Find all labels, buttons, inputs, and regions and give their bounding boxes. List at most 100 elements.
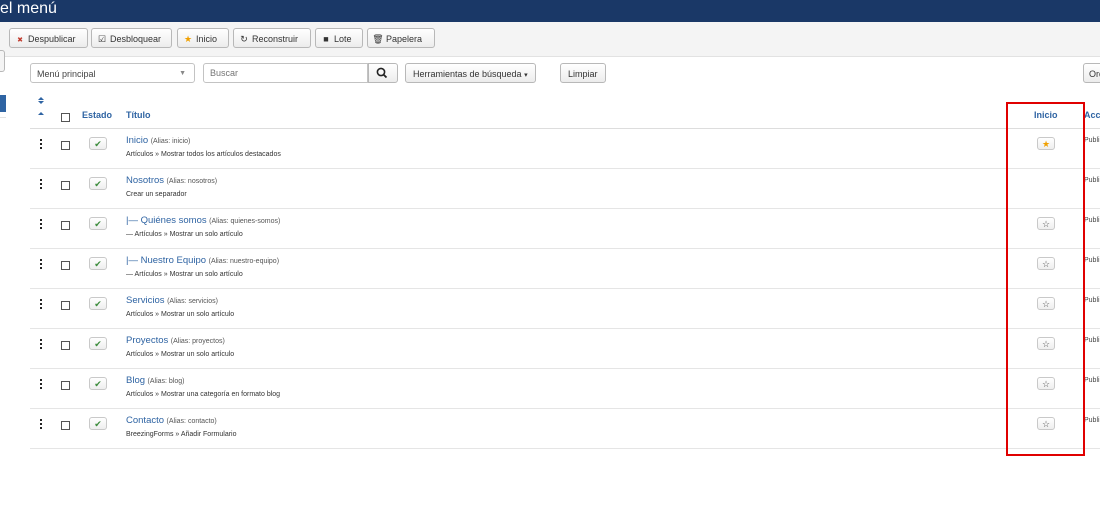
trash-icon: 🗑 [372, 34, 384, 44]
unlock-button-label: Desbloquear [110, 34, 162, 44]
access-column-header[interactable]: Acc [1084, 110, 1100, 120]
drag-handle-icon[interactable] [39, 179, 43, 189]
item-title-link[interactable]: Nosotros [126, 175, 164, 186]
item-title-link[interactable]: |— Quiénes somos [126, 215, 207, 226]
unpublish-button-label: Despublicar [28, 34, 76, 44]
batch-button-label: Lote [334, 34, 352, 44]
table-row: ✔ |— Quiénes somos (Alias: quienes-somos… [30, 209, 1100, 249]
published-check-icon[interactable]: ✔ [89, 217, 107, 230]
item-title-link[interactable]: Blog [126, 375, 145, 386]
home-button[interactable]: ★ Inicio [177, 28, 229, 48]
table-row: ✔ Contacto (Alias: contacto) BreezingFor… [30, 409, 1100, 449]
refresh-icon: ↻ [240, 34, 248, 44]
row-checkbox[interactable] [61, 261, 70, 270]
circle-x-icon: ✖ [17, 37, 23, 44]
item-type: Artículos » Mostrar todos los artículos … [126, 151, 281, 158]
item-type: Artículos » Mostrar un solo artículo [126, 311, 235, 318]
home-button-label: Inicio [196, 34, 218, 44]
item-title-line: |— Nuestro Equipo (Alias: nuestro-equipo… [126, 255, 279, 266]
search-button[interactable] [368, 63, 398, 83]
published-check-icon[interactable]: ✔ [89, 417, 107, 430]
item-alias: (Alias: nuestro-equipo) [208, 258, 280, 265]
search-input[interactable] [203, 63, 368, 83]
table-row: ✔ Inicio (Alias: inicio) Artículos » Mos… [30, 129, 1100, 169]
select-all-checkbox[interactable] [61, 113, 70, 122]
square-icon: ■ [323, 34, 329, 44]
access-level: Publi [1084, 377, 1100, 384]
row-checkbox[interactable] [61, 341, 70, 350]
item-type: Crear un separador [126, 191, 187, 198]
published-check-icon[interactable]: ✔ [89, 377, 107, 390]
drag-handle-icon[interactable] [39, 379, 43, 389]
chevron-down-icon: ▼ [179, 70, 186, 77]
item-title-link[interactable]: Inicio [126, 135, 148, 146]
table-row: ✔ |— Nuestro Equipo (Alias: nuestro-equi… [30, 249, 1100, 289]
menu-select[interactable]: Menú principal ▼ [30, 63, 195, 83]
rebuild-button-label: Reconstruir [252, 34, 299, 44]
item-title-link[interactable]: Proyectos [126, 335, 168, 346]
published-check-icon[interactable]: ✔ [89, 137, 107, 150]
row-checkbox[interactable] [61, 421, 70, 430]
row-checkbox[interactable] [61, 141, 70, 150]
rebuild-button[interactable]: ↻ Reconstruir [233, 28, 311, 48]
item-title-line: Inicio (Alias: inicio) [126, 135, 190, 146]
star-icon: ★ [183, 34, 193, 44]
title-column-header[interactable]: Título [126, 110, 151, 120]
row-checkbox[interactable] [61, 301, 70, 310]
unlock-button[interactable]: ☑ Desbloquear [91, 28, 172, 48]
clear-button[interactable]: Limpiar [560, 63, 606, 83]
table-row: ✔ Blog (Alias: blog) Artículos » Mostrar… [30, 369, 1100, 409]
item-title-line: Servicios (Alias: servicios) [126, 295, 218, 306]
item-type: BreezingForms » Añadir Formulario [126, 431, 237, 438]
drag-handle-icon[interactable] [39, 339, 43, 349]
published-check-icon[interactable]: ✔ [89, 337, 107, 350]
drag-handle-icon[interactable] [39, 299, 43, 309]
item-alias: (Alias: contacto) [166, 418, 217, 425]
status-column-header[interactable]: Estado [82, 110, 112, 120]
published-check-icon[interactable]: ✔ [89, 297, 107, 310]
caret-down-icon: ▾ [524, 72, 528, 79]
item-title-link[interactable]: Servicios [126, 295, 165, 306]
trash-button-label: Papelera [386, 34, 423, 44]
sidebar-active-item[interactable] [0, 95, 6, 112]
item-title-link[interactable]: Contacto [126, 415, 164, 426]
published-check-icon[interactable]: ✔ [89, 257, 107, 270]
item-type: Artículos » Mostrar una categoría en for… [126, 391, 281, 398]
drag-handle-icon[interactable] [39, 139, 43, 149]
ordering-label: Ord [1089, 69, 1100, 79]
row-checkbox[interactable] [61, 221, 70, 230]
toolbar: ✖ Despublicar ☑ Desbloquear ★ Inicio ↻ Reconstr… [0, 22, 1100, 72]
item-title-line: Proyectos (Alias: proyectos) [126, 335, 225, 346]
item-type: — Artículos » Mostrar un solo artículo [126, 231, 243, 238]
page-title: el menú [0, 0, 57, 17]
table-row: ✔ Nosotros (Alias: nosotros) Crear un se… [30, 169, 1100, 209]
highlight-box [1006, 102, 1085, 456]
access-level: Publi [1084, 257, 1100, 264]
item-title-line: Contacto (Alias: contacto) [126, 415, 217, 426]
unpublish-button[interactable]: ✖ Despublicar [9, 28, 88, 48]
clear-label: Limpiar [568, 69, 598, 79]
access-level: Publi [1084, 217, 1100, 224]
batch-button[interactable]: ■ Lote [315, 28, 363, 48]
trash-button[interactable]: 🗑 Papelera [367, 28, 435, 48]
toolbar-button-partial[interactable] [0, 50, 5, 72]
published-check-icon[interactable]: ✔ [89, 177, 107, 190]
drag-handle-icon[interactable] [39, 259, 43, 269]
access-level: Publi [1084, 337, 1100, 344]
item-type: Artículos » Mostrar un solo artículo [126, 351, 235, 358]
sort-icon[interactable] [37, 96, 45, 118]
drag-handle-icon[interactable] [39, 219, 43, 229]
access-level: Publi [1084, 137, 1100, 144]
item-alias: (Alias: nosotros) [166, 178, 218, 185]
item-type: — Artículos » Mostrar un solo artículo [126, 271, 243, 278]
item-title-link[interactable]: |— Nuestro Equipo [126, 255, 206, 266]
row-checkbox[interactable] [61, 381, 70, 390]
row-checkbox[interactable] [61, 181, 70, 190]
item-alias: (Alias: blog) [147, 378, 185, 385]
ordering-select[interactable]: Ord [1083, 63, 1100, 83]
item-title-line: Nosotros (Alias: nosotros) [126, 175, 217, 186]
drag-handle-icon[interactable] [39, 419, 43, 429]
item-alias: (Alias: proyectos) [170, 338, 225, 345]
page-header: el menú [0, 0, 1100, 22]
search-tools-button[interactable]: Herramientas de búsqueda ▾ [405, 63, 536, 83]
